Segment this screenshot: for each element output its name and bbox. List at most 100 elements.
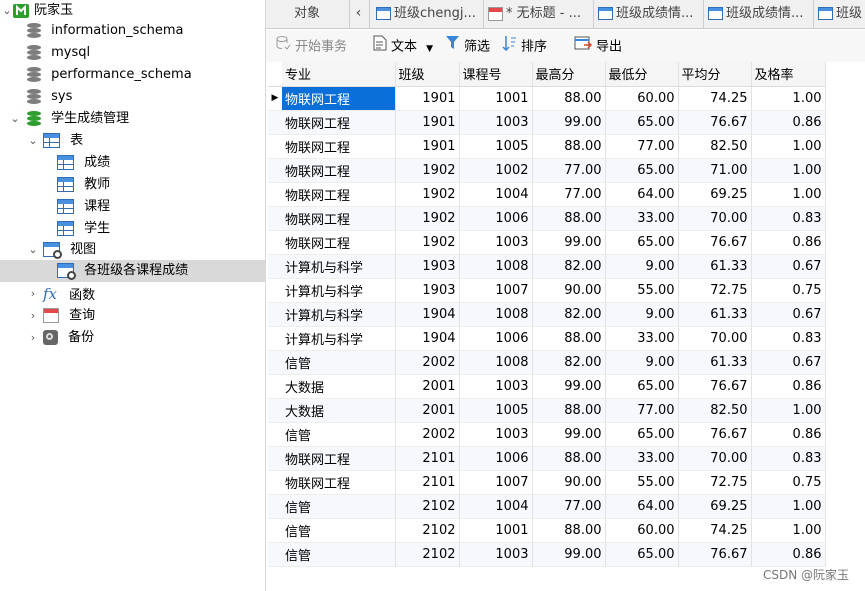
table-cell[interactable]: 物联网工程 xyxy=(282,446,396,471)
table-cell[interactable]: 99.00 xyxy=(532,422,606,447)
table-row[interactable]: 信管 2002 1003 99.00 65.00 76.67 0.86 xyxy=(268,422,826,447)
table-cell[interactable]: 1001 xyxy=(459,86,533,111)
table-cell[interactable]: 1001 xyxy=(459,518,533,543)
table-cell[interactable]: 大数据 xyxy=(282,374,396,399)
chevron-down-icon[interactable]: ⌄ xyxy=(8,108,22,130)
tree-db-information-schema[interactable]: information_schema xyxy=(27,20,183,42)
tree-table-item[interactable]: 学生 xyxy=(57,218,110,240)
table-cell[interactable]: 60.00 xyxy=(605,518,679,543)
tab-objects[interactable]: 对象 xyxy=(274,0,350,29)
tree-db-sys[interactable]: sys xyxy=(27,86,72,108)
table-cell[interactable]: 82.00 xyxy=(532,254,606,279)
table-cell[interactable]: 74.25 xyxy=(678,518,752,543)
table-cell[interactable]: 72.75 xyxy=(678,278,752,303)
export-button[interactable]: 导出 xyxy=(574,35,622,57)
table-cell[interactable]: 1902 xyxy=(395,230,460,255)
table-cell[interactable]: 33.00 xyxy=(605,326,679,351)
table-cell[interactable]: 55.00 xyxy=(605,278,679,303)
column-header[interactable]: 最高分 xyxy=(532,62,606,87)
table-cell[interactable]: 9.00 xyxy=(605,254,679,279)
table-cell[interactable]: 69.25 xyxy=(678,182,752,207)
table-cell[interactable]: 70.00 xyxy=(678,446,752,471)
table-row[interactable]: 物联网工程 1901 1005 88.00 77.00 82.50 1.00 xyxy=(268,134,826,159)
table-cell[interactable]: 信管 xyxy=(282,422,396,447)
table-cell[interactable]: 88.00 xyxy=(532,134,606,159)
tree-table-item[interactable]: 教师 xyxy=(57,174,110,196)
table-cell[interactable]: 1.00 xyxy=(751,494,826,519)
table-cell[interactable]: 2001 xyxy=(395,374,460,399)
tab-item[interactable]: 班级成绩情... xyxy=(594,0,704,29)
column-header[interactable]: 班级 xyxy=(395,62,460,87)
table-cell[interactable]: 77.00 xyxy=(605,398,679,423)
table-cell[interactable]: 1901 xyxy=(395,110,460,135)
table-cell[interactable]: 1005 xyxy=(459,398,533,423)
table-cell[interactable]: 2002 xyxy=(395,350,460,375)
table-cell[interactable]: 物联网工程 xyxy=(282,158,396,183)
table-cell[interactable]: 2102 xyxy=(395,518,460,543)
table-row[interactable]: 信管 2002 1008 82.00 9.00 61.33 0.67 xyxy=(268,350,826,375)
table-cell[interactable]: 1.00 xyxy=(751,398,826,423)
table-cell[interactable]: 76.67 xyxy=(678,422,752,447)
table-cell[interactable]: 计算机与科学 xyxy=(282,254,396,279)
table-cell[interactable]: 72.75 xyxy=(678,470,752,495)
table-cell[interactable]: 计算机与科学 xyxy=(282,278,396,303)
tab-item[interactable]: 班级成绩情... xyxy=(704,0,814,29)
table-cell[interactable]: 1902 xyxy=(395,206,460,231)
chevron-down-icon[interactable]: ⌄ xyxy=(26,130,40,152)
table-cell[interactable]: 2101 xyxy=(395,446,460,471)
chevron-right-icon[interactable]: › xyxy=(26,305,40,327)
table-cell[interactable]: 88.00 xyxy=(532,398,606,423)
table-cell[interactable]: 65.00 xyxy=(605,542,679,567)
table-cell[interactable]: 0.86 xyxy=(751,422,826,447)
table-cell[interactable]: 33.00 xyxy=(605,446,679,471)
table-cell[interactable]: 1006 xyxy=(459,446,533,471)
table-cell[interactable]: 0.83 xyxy=(751,206,826,231)
sort-button[interactable]: 排序 xyxy=(502,35,547,57)
table-cell[interactable]: 88.00 xyxy=(532,518,606,543)
filter-button[interactable]: 筛选 xyxy=(445,35,490,57)
table-cell[interactable]: 61.33 xyxy=(678,302,752,327)
table-cell[interactable]: 物联网工程 xyxy=(282,206,396,231)
table-cell[interactable]: 物联网工程 xyxy=(282,86,396,111)
table-cell[interactable]: 99.00 xyxy=(532,230,606,255)
tree-queries-folder[interactable]: › 查询 xyxy=(26,305,95,327)
table-cell[interactable]: 0.83 xyxy=(751,326,826,351)
tree-db-active[interactable]: ⌄ 学生成绩管理 xyxy=(8,108,129,130)
table-cell[interactable]: 0.86 xyxy=(751,374,826,399)
table-cell[interactable]: 88.00 xyxy=(532,206,606,231)
table-cell[interactable]: 1.00 xyxy=(751,134,826,159)
table-cell[interactable]: 2001 xyxy=(395,398,460,423)
begin-transaction-button[interactable]: 开始事务 xyxy=(275,35,347,57)
table-cell[interactable]: 计算机与科学 xyxy=(282,326,396,351)
table-cell[interactable]: 0.75 xyxy=(751,470,826,495)
table-row[interactable]: 信管 2102 1004 77.00 64.00 69.25 1.00 xyxy=(268,494,826,519)
tree-view-item-selected[interactable]: 各班级各课程成绩 xyxy=(57,260,188,282)
table-cell[interactable]: 2102 xyxy=(395,542,460,567)
dropdown-arrow-icon[interactable]: ▼ xyxy=(426,44,433,54)
tree-table-item[interactable]: 成绩 xyxy=(57,152,110,174)
table-cell[interactable]: 物联网工程 xyxy=(282,470,396,495)
table-cell[interactable]: 物联网工程 xyxy=(282,110,396,135)
table-cell[interactable]: 1003 xyxy=(459,422,533,447)
table-cell[interactable]: 64.00 xyxy=(605,182,679,207)
table-row[interactable]: 计算机与科学 1904 1008 82.00 9.00 61.33 0.67 xyxy=(268,302,826,327)
table-cell[interactable]: 0.67 xyxy=(751,254,826,279)
tab-item[interactable]: * 无标题 - ... xyxy=(484,0,594,29)
table-cell[interactable]: 1004 xyxy=(459,182,533,207)
table-cell[interactable]: 1007 xyxy=(459,278,533,303)
table-cell[interactable]: 1902 xyxy=(395,158,460,183)
table-cell[interactable]: 1008 xyxy=(459,302,533,327)
table-cell[interactable]: 1008 xyxy=(459,254,533,279)
table-cell[interactable]: 1.00 xyxy=(751,518,826,543)
text-view-button[interactable]: 文本 ▼ xyxy=(373,35,433,57)
table-cell[interactable]: 0.75 xyxy=(751,278,826,303)
table-cell[interactable]: 1902 xyxy=(395,182,460,207)
table-cell[interactable]: 88.00 xyxy=(532,86,606,111)
table-row[interactable]: 信管 2102 1003 99.00 65.00 76.67 0.86 xyxy=(268,542,826,567)
table-cell[interactable]: 大数据 xyxy=(282,398,396,423)
table-row[interactable]: 物联网工程 2101 1006 88.00 33.00 70.00 0.83 xyxy=(268,446,826,471)
table-row[interactable]: 物联网工程 1902 1002 77.00 65.00 71.00 1.00 xyxy=(268,158,826,183)
table-cell[interactable]: 1901 xyxy=(395,86,460,111)
column-header[interactable]: 课程号 xyxy=(459,62,533,87)
column-header[interactable]: 最低分 xyxy=(605,62,679,87)
